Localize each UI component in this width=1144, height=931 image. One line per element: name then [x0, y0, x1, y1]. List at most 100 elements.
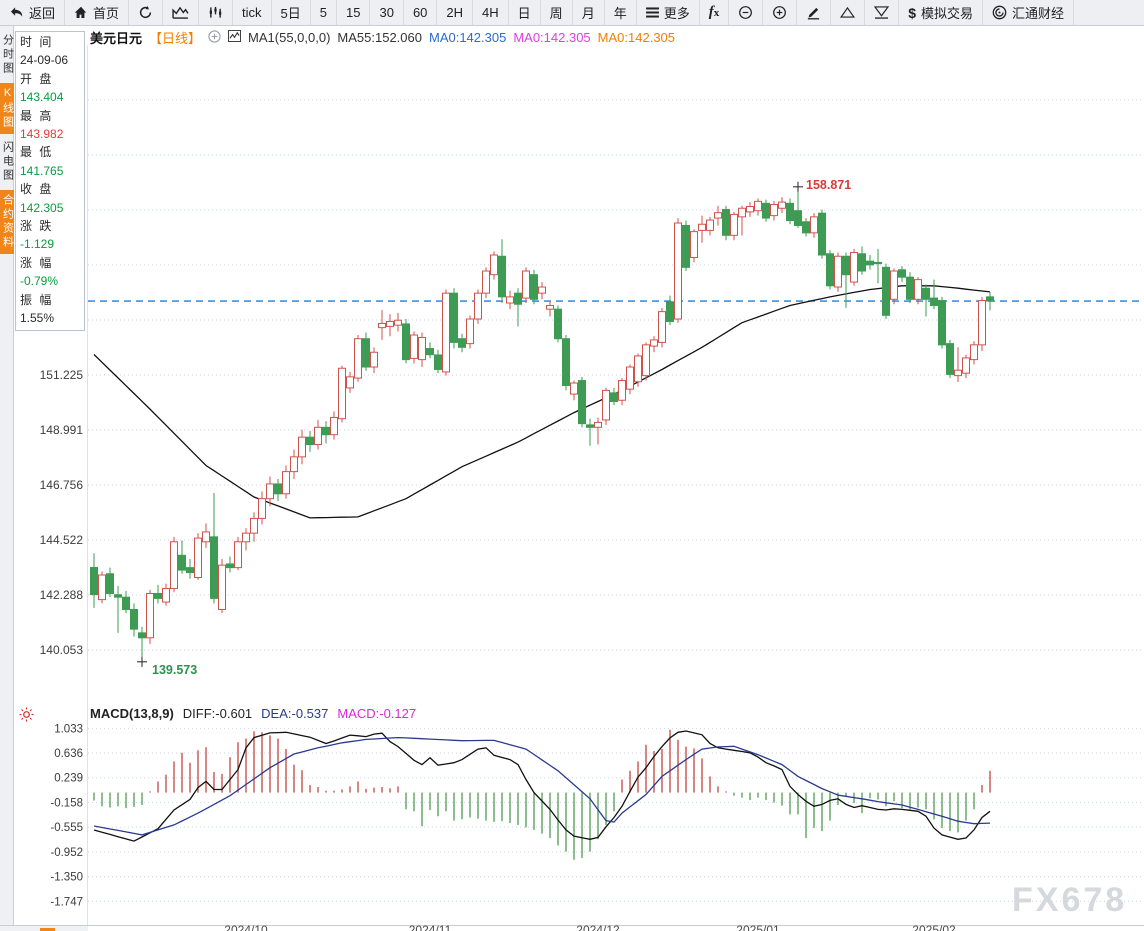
candle-body [443, 293, 450, 372]
toolbar-item-volume-bars[interactable] [199, 0, 233, 25]
candle-body [499, 256, 506, 297]
toolbar-item-pattern-up[interactable] [831, 0, 865, 25]
candle-body [851, 253, 858, 283]
candle-body [267, 484, 274, 499]
candle-body [947, 344, 954, 375]
bottom-axis-corner [0, 925, 88, 931]
toolbar-item-year[interactable]: 年 [605, 0, 637, 25]
toolbar-item-kline-chart[interactable] [163, 0, 199, 25]
symbol-name: 美元日元 [90, 28, 142, 47]
toolbar-item-5day[interactable]: 5日 [272, 0, 311, 25]
toolbar-item-draw[interactable] [797, 0, 831, 25]
kline-chart-icon [172, 6, 189, 19]
candle-body [403, 324, 410, 360]
sidebar-tab-lightning-chart[interactable]: 闪电图 [0, 137, 14, 187]
candle-body [867, 261, 874, 265]
candle-body [251, 518, 258, 533]
toolbar-item-indicator-fx[interactable]: fx [700, 0, 730, 25]
candle-body [627, 367, 634, 389]
candle-body [379, 323, 386, 327]
info-label: 最 高 [20, 107, 84, 125]
zoom-out-icon [738, 5, 753, 20]
ma55-line [94, 286, 990, 518]
candle-body [619, 381, 626, 401]
candle-body [347, 377, 354, 388]
candle-body [779, 202, 786, 208]
candle-body [795, 211, 802, 226]
toolbar-item-zoom-out[interactable] [729, 0, 763, 25]
candle-body [755, 201, 762, 210]
zoom-in-icon [772, 5, 787, 20]
candle-body [171, 542, 178, 589]
candle-body [739, 208, 746, 217]
candle-body [459, 339, 466, 348]
price-axis-label: 148.991 [40, 423, 84, 437]
info-value: 143.404 [20, 88, 84, 106]
macd-axis-label: 1.033 [54, 723, 83, 735]
candle-body [363, 339, 370, 367]
candle-body [475, 293, 482, 319]
toolbar-item-pattern-down[interactable] [865, 0, 899, 25]
toolbar-item-30min[interactable]: 30 [370, 0, 403, 25]
candle-body [411, 335, 418, 358]
toolbar-item-back[interactable]: 返回 [0, 0, 65, 25]
candle-body [675, 223, 682, 319]
candle-body [179, 555, 186, 570]
candle-body [99, 575, 106, 600]
toolbar-item-4h[interactable]: 4H [473, 0, 509, 25]
mini-chart-icon[interactable] [228, 30, 241, 45]
candle-body [91, 568, 98, 595]
toolbar-item-label: 日 [518, 3, 531, 22]
candle-body [555, 309, 562, 339]
info-value: -1.129 [20, 235, 84, 253]
candle-body [155, 593, 162, 598]
candle-body [667, 302, 674, 322]
ma55-value: MA55:152.060 [337, 30, 422, 45]
chart-type-sidebar: 分时图 K线图闪电图合约资料 [0, 26, 14, 925]
toolbar-item-day[interactable]: 日 [509, 0, 541, 25]
toolbar-item-refresh[interactable] [129, 0, 163, 25]
toolbar-item-home[interactable]: 首页 [65, 0, 129, 25]
candle-body [931, 298, 938, 305]
candle-body [107, 574, 114, 594]
candle-body [747, 207, 754, 212]
home-icon [74, 6, 88, 19]
indicator-settings-icon[interactable] [19, 707, 34, 727]
candle-body [139, 633, 146, 638]
candle-body [883, 267, 890, 315]
candle-body [659, 312, 666, 343]
toolbar-item-week[interactable]: 周 [541, 0, 573, 25]
candle-body [339, 368, 346, 418]
time-axis-label: 2024/10 [224, 923, 268, 931]
toolbar-item-15min[interactable]: 15 [337, 0, 370, 25]
sidebar-tab-kline-chart[interactable]: K线图 [0, 83, 14, 134]
candle-body [787, 203, 794, 220]
candle-body [203, 532, 210, 542]
toolbar-item-5min[interactable]: 5 [311, 0, 337, 25]
toolbar-item-label: 返回 [29, 3, 55, 22]
circle-plus-icon[interactable] [208, 30, 221, 46]
toolbar-item-fx678[interactable]: 汇通财经 [983, 0, 1074, 25]
candle-body [483, 271, 490, 293]
toolbar-item-label: 周 [550, 3, 563, 22]
candle-body [451, 293, 458, 342]
toolbar-item-tick[interactable]: tick [233, 0, 272, 25]
candle-body [803, 222, 810, 233]
candle-body [603, 390, 610, 420]
macd-axis-label: 0.239 [54, 773, 83, 785]
toolbar-item-2h[interactable]: 2H [437, 0, 473, 25]
sidebar-tab-contract-info[interactable]: 合约资料 [0, 190, 14, 254]
price-axis-label: 146.756 [40, 478, 84, 492]
toolbar-item-60min[interactable]: 60 [404, 0, 437, 25]
candle-body [491, 255, 498, 275]
toolbar-item-zoom-in[interactable] [763, 0, 797, 25]
menu-icon [646, 7, 659, 18]
candle-body [123, 597, 130, 609]
chart-canvas[interactable]: FX678158.871139.573151.225148.991146.756… [0, 0, 1144, 931]
toolbar-item-month[interactable]: 月 [573, 0, 605, 25]
ma0-value-2: MA0:142.305 [513, 30, 590, 45]
candle-body [811, 217, 818, 233]
toolbar-item-sim-trading[interactable]: $模拟交易 [899, 0, 983, 25]
sidebar-tab-time-chart[interactable]: 分时图 [0, 30, 14, 80]
toolbar-item-more[interactable]: 更多 [637, 0, 700, 25]
